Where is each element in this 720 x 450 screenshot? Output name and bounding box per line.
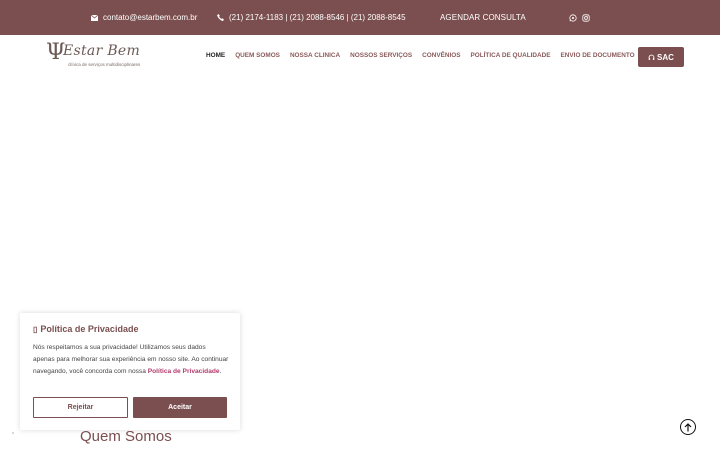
main-nav: HOME QUEM SOMOS NOSSA CLINICA NOSSOS SER… [206, 52, 635, 59]
phone-icon [217, 14, 224, 21]
cookie-title: ▯ Política de Privacidade [33, 324, 138, 334]
section-title-quem-somos: Quem Somos [80, 428, 172, 445]
nav-nossa-clinica[interactable]: NOSSA CLINICA [290, 52, 340, 59]
cookie-message: Nós respeitamos a sua privacidade! Utili… [33, 342, 229, 378]
logo-tagline: clínica de serviços multidisciplinares [68, 62, 141, 67]
cookie-title-text: Política de Privacidade [40, 324, 139, 334]
site-logo[interactable]: Ψ Estar Bem clínica de serviços multidis… [46, 40, 156, 73]
top-info-bar: contato@estarbem.com.br (21) 2174-1183 |… [0, 0, 720, 35]
schedule-appointment-link[interactable]: AGENDAR CONSULTA [440, 0, 526, 35]
instagram-icon[interactable] [582, 13, 590, 22]
phone-contact[interactable]: (21) 2174-1183 | (21) 2088-8546 | (21) 2… [217, 0, 406, 35]
nav-envio-documento[interactable]: ENVIO DE DOCUMENTO [561, 52, 635, 59]
phone-text: (21) 2174-1183 | (21) 2088-8546 | (21) 2… [229, 13, 406, 22]
envelope-icon [91, 14, 98, 21]
sac-label: SAC [657, 52, 674, 62]
whatsapp-icon[interactable] [569, 13, 577, 22]
arrow-up-icon [684, 422, 692, 431]
nav-politica-qualidade[interactable]: POLÍTICA DE QUALIDADE [471, 52, 551, 59]
cookie-icon: ▯ [33, 324, 38, 334]
decorative-dot [12, 432, 14, 434]
email-contact[interactable]: contato@estarbem.com.br [91, 0, 197, 35]
sac-button[interactable]: SAC [638, 47, 684, 67]
main-header: Ψ Estar Bem clínica de serviços multidis… [0, 35, 720, 80]
social-links [569, 0, 590, 35]
email-text: contato@estarbem.com.br [103, 13, 198, 22]
headset-icon [648, 54, 655, 60]
nav-nossos-servicos[interactable]: NOSSOS SERVIÇOS [350, 52, 412, 59]
logo-name: Estar Bem [63, 43, 141, 59]
reject-button[interactable]: Rejeitar [33, 397, 128, 418]
privacy-policy-link[interactable]: Política de Privacidade [148, 368, 220, 375]
accept-button[interactable]: Aceitar [133, 397, 227, 418]
nav-convenios[interactable]: CONVÊNIOS [422, 52, 460, 59]
cookie-message-end: . [219, 368, 222, 375]
nav-home[interactable]: HOME [206, 52, 225, 59]
cookie-consent-dialog: ▯ Política de Privacidade Nós respeitamo… [20, 313, 240, 430]
scroll-to-top-button[interactable] [680, 419, 696, 435]
nav-quem-somos[interactable]: QUEM SOMOS [235, 52, 280, 59]
